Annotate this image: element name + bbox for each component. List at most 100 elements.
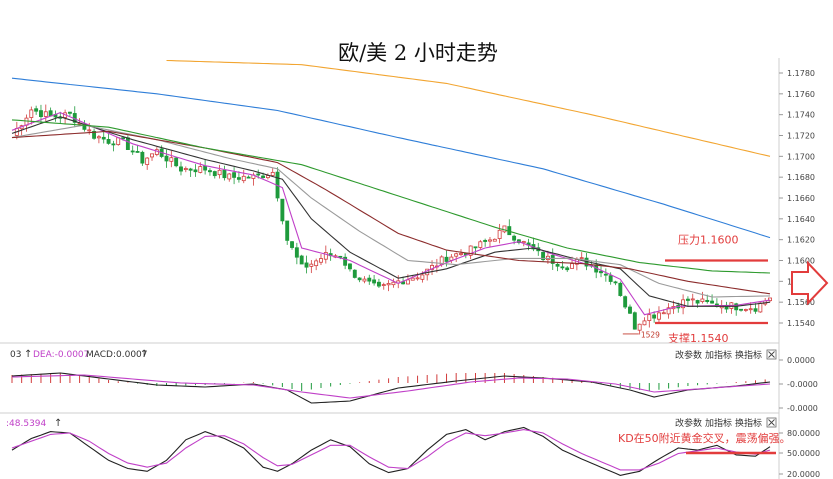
candle-body (618, 282, 623, 296)
candle-body (232, 172, 237, 178)
candle-body (39, 110, 43, 118)
candle-body (227, 173, 232, 180)
candle-body (473, 246, 478, 249)
candle-body (710, 300, 715, 304)
macd-histogram (11, 373, 766, 391)
macd-btn-add[interactable]: 加指标 (705, 349, 732, 361)
candle-body (497, 229, 502, 239)
candle-body (488, 239, 492, 242)
candle-body (386, 283, 391, 286)
candle-body (454, 253, 459, 257)
candle-body (642, 320, 647, 326)
macd-btn-params[interactable]: 改参数 (675, 349, 702, 361)
macd-tick: -0.0000 (787, 404, 818, 413)
kd-tick: 50.0000 (787, 449, 820, 458)
candle-body (657, 312, 661, 320)
candle-body (294, 247, 299, 258)
kd-tick: 80.0000 (787, 429, 820, 438)
candle-body (565, 267, 570, 271)
candle-body (150, 153, 154, 158)
candle-body (410, 277, 415, 281)
macd-dea-line (11, 374, 771, 399)
candle-body (608, 275, 613, 282)
candle-body (116, 137, 121, 145)
candle-body (169, 157, 174, 162)
candle-body (236, 177, 241, 180)
price-tick-label: 1.1720 (787, 132, 815, 141)
candle-body (135, 151, 140, 153)
candle-body (758, 302, 763, 313)
macd-value: MACD:0.0007 (86, 350, 148, 360)
candle-body (647, 314, 652, 321)
candle-body (512, 235, 517, 241)
candle-body (179, 166, 183, 172)
candle-body (261, 175, 266, 178)
macd-header-prefix: 03 (10, 350, 21, 360)
candle-body (570, 263, 574, 269)
candle-body (661, 312, 666, 315)
candle-body (372, 279, 377, 284)
candle-body (415, 277, 420, 280)
candle-body (130, 150, 135, 153)
moving-average-line-5 (11, 77, 771, 239)
candle-body (381, 284, 386, 286)
candle-body (690, 298, 695, 301)
candle-body (613, 281, 618, 284)
kd-btn-params[interactable]: 改参数 (675, 417, 702, 429)
candle-body (125, 137, 130, 150)
macd-up-arrow-icon: ↑ (24, 349, 32, 360)
candle-body (492, 238, 497, 242)
moving-average-line-1 (11, 116, 771, 307)
candle-body (101, 136, 106, 140)
macd-up-arrow-icon: ↑ (140, 349, 148, 360)
candle-body (348, 263, 352, 270)
candle-body (367, 277, 372, 282)
price-tick-label: 1.1640 (787, 215, 815, 224)
macd-panel: 03 ↑ DEA:-0.0007 MACD:0.0007 ↑ 改参数 加指标 换… (10, 343, 818, 413)
candle-body (628, 306, 632, 314)
moving-average-line-3 (11, 130, 771, 295)
candle-body (212, 171, 217, 177)
candle-body (521, 241, 526, 244)
macd-tick: 0.0000 (787, 356, 815, 365)
candle-body (685, 298, 690, 301)
candle-body (285, 220, 290, 241)
candle-body (748, 308, 753, 311)
candle-body (739, 308, 743, 311)
candle-body (198, 166, 203, 173)
candle-body (111, 143, 116, 146)
price-tick-label: 1.1780 (787, 69, 815, 78)
resistance-label: 压力1.1600 (678, 234, 739, 247)
candle-body (174, 157, 179, 167)
candle-body (106, 139, 111, 144)
candle-body (623, 296, 628, 308)
candle-body (304, 262, 309, 268)
kd-header-value: :48.5394 (6, 419, 47, 429)
candlesticks (14, 104, 772, 335)
macd-close-icon[interactable] (766, 349, 777, 360)
candle-body (444, 256, 449, 262)
kd-close-icon[interactable] (766, 417, 777, 428)
macd-btn-switch[interactable]: 换指标 (735, 349, 762, 361)
candle-body (34, 108, 39, 112)
candle-body (246, 176, 251, 179)
price-tick-label: 1.1700 (787, 152, 815, 161)
kd-btn-add[interactable]: 加指标 (705, 417, 732, 429)
candle-body (270, 171, 275, 176)
candle-body (555, 263, 560, 267)
price-tick-label: 1.1600 (787, 257, 815, 266)
candle-body (208, 170, 212, 173)
kd-btn-switch[interactable]: 换指标 (735, 417, 762, 429)
candle-body (183, 168, 188, 171)
candle-body (29, 109, 34, 118)
candle-body (459, 253, 463, 255)
candle-body (502, 225, 507, 233)
candle-body (637, 323, 642, 331)
candle-body (256, 173, 261, 176)
low-label: 1529 (641, 330, 660, 339)
macd-tick: -0.0000 (787, 380, 818, 389)
candle-body (405, 279, 410, 285)
moving-average-line-0 (11, 112, 771, 316)
right-arrow-icon (791, 260, 829, 306)
moving-average-line-6 (166, 59, 771, 157)
